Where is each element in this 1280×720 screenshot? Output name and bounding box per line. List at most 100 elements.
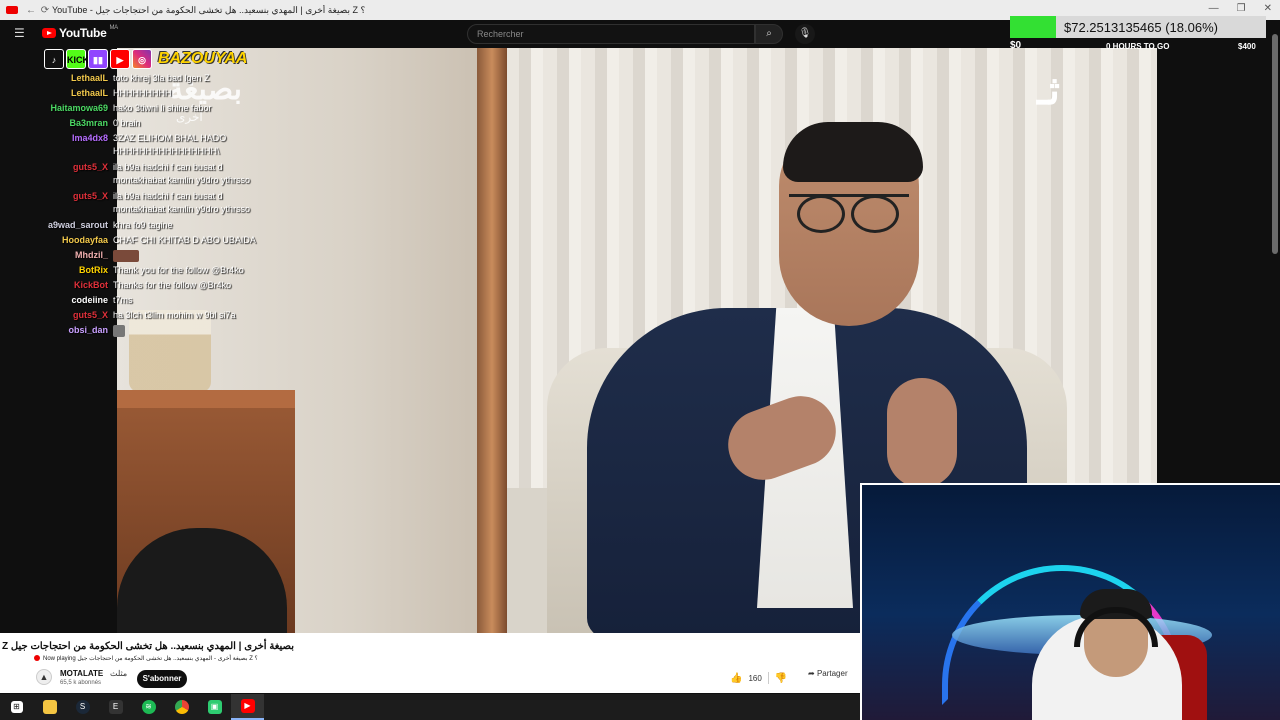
- goal-progress-bar: $72.2513135465 (18.06%): [1010, 16, 1266, 38]
- chat-username[interactable]: obsi_dan: [68, 324, 108, 337]
- channel-name[interactable]: MOTALATE: [60, 669, 103, 678]
- chat-text: toto khrej 3la bad lgen Z: [113, 73, 210, 83]
- app-icon: ▣: [207, 700, 222, 714]
- scene-speaker-hand-right: [887, 378, 957, 488]
- chat-username[interactable]: Ima4dx8: [72, 132, 108, 145]
- share-button[interactable]: ➦ Partager: [808, 669, 848, 678]
- chat-username[interactable]: BotRix: [79, 264, 108, 277]
- chat-text: [113, 324, 273, 337]
- video-title: بصيغة أخرى | المهدي بنسعيد.. هل تخشى الح…: [0, 641, 294, 652]
- scene-speaker-glasses: [789, 194, 909, 233]
- channel-watermark-logo: ثـ: [1037, 69, 1060, 113]
- voice-search-button[interactable]: 🎙: [795, 24, 815, 44]
- search-button[interactable]: ⌕: [755, 24, 783, 44]
- thumbs-down-icon[interactable]: 👎: [775, 673, 787, 684]
- now-playing-dot-icon: [34, 655, 40, 662]
- taskbar-start[interactable]: ⊞: [0, 694, 33, 720]
- scene-jar: [129, 310, 211, 392]
- hamburger-menu-icon[interactable]: ☰: [14, 26, 28, 40]
- minimize-icon[interactable]: —: [1209, 3, 1219, 14]
- goal-progress-fill: [1010, 16, 1057, 38]
- streamer-handle: BAZOUYAA: [158, 50, 248, 67]
- chat-username[interactable]: Mhdzil_: [75, 249, 108, 262]
- windows-icon: ⊞: [10, 701, 23, 713]
- channel-subscriber-count: 65,5 k abonnés: [60, 680, 102, 686]
- kick-icon: KICK: [66, 49, 89, 69]
- now-playing-text: Now playing بصيغة أخرى - المهدي بنسعيد..…: [43, 656, 258, 662]
- chat-text: ila b9a hadchi f can busat d montakhabat…: [113, 162, 251, 185]
- explorer-icon: [42, 700, 57, 714]
- chat-username[interactable]: KickBot: [74, 279, 108, 292]
- youtube-icon: ▶: [110, 49, 130, 69]
- close-icon[interactable]: ✕: [1264, 3, 1272, 14]
- chat-text: ha 3lch t3lim mohim w 9bl si7a: [113, 310, 236, 320]
- restore-icon[interactable]: ❐: [1237, 3, 1246, 14]
- chat-username[interactable]: Hoodayfaa: [62, 234, 108, 247]
- chrome-icon: [174, 700, 189, 714]
- chat-text: hako 3tiwni li shine fabor: [113, 103, 212, 113]
- social-links-overlay: ♪ KICK ▮▮ ▶ ◎ BAZOUYAA: [44, 48, 247, 70]
- like-count: 160: [748, 673, 762, 683]
- tiktok-icon: ♪: [44, 49, 64, 69]
- like-divider: [767, 672, 769, 684]
- streamer-webcam: [860, 483, 1280, 720]
- arrow-left-icon[interactable]: ←: [24, 5, 38, 16]
- taskbar-chrome[interactable]: [165, 694, 198, 720]
- channel-arabic-name: مثلث: [110, 669, 128, 678]
- scene-table-top: [117, 390, 295, 408]
- chat-username[interactable]: guts5_X: [73, 161, 108, 174]
- chat-text: CHAF CHI KHITAB D ABO UBAIDA: [113, 235, 256, 245]
- share-label: Partager: [816, 669, 848, 678]
- video-info-panel: بصيغة أخرى | المهدي بنسعيد.. هل تخشى الح…: [0, 633, 860, 693]
- chat-text: [113, 249, 273, 262]
- taskbar-spotify[interactable]: ≋: [132, 694, 165, 720]
- chat-text: Thanks for the follow @Br4ko: [113, 280, 232, 290]
- chat-emote-icon: [113, 249, 139, 262]
- goal-time-remaining: 0 HOURS TO GO: [1106, 42, 1170, 51]
- chat-text: t7ms: [113, 295, 133, 305]
- instagram-icon: ◎: [132, 49, 152, 69]
- chat-text: khra fo9 tagine: [113, 220, 173, 230]
- microphone-icon: 🎙: [798, 28, 812, 39]
- twitch-icon: ▮▮: [88, 49, 108, 69]
- youtube-logo[interactable]: YouTube MA: [42, 25, 118, 40]
- spotify-icon: ≋: [141, 700, 156, 714]
- youtube-icon: ▶: [240, 699, 255, 713]
- share-icon: ➦: [808, 669, 817, 678]
- channel-avatar[interactable]: ▲: [36, 669, 52, 685]
- taskbar-explorer[interactable]: [33, 694, 66, 720]
- scene-speaker-hair: [783, 122, 923, 182]
- subscribe-button[interactable]: S'abonner: [137, 670, 187, 688]
- youtube-logo-text: YouTube: [59, 26, 107, 40]
- now-playing-line: Now playing بصيغة أخرى - المهدي بنسعيد..…: [34, 655, 258, 662]
- chat-username[interactable]: Ba3mran: [69, 117, 108, 130]
- search-input[interactable]: Rechercher: [467, 24, 755, 44]
- taskbar-youtube[interactable]: ▶: [231, 694, 264, 720]
- chat-username[interactable]: guts5_X: [73, 190, 108, 203]
- thumbs-up-icon[interactable]: 👍: [730, 673, 742, 684]
- steam-icon: S: [75, 700, 90, 714]
- chat-username[interactable]: Haitamowa69: [50, 102, 108, 115]
- taskbar-app[interactable]: ▣: [198, 694, 231, 720]
- tab-title[interactable]: YouTube - بصيغة أخرى | المهدي بنسعيد.. ه…: [52, 5, 412, 16]
- taskbar-epic[interactable]: E: [99, 694, 132, 720]
- chat-username[interactable]: codeiine: [71, 294, 108, 307]
- chat-text: ila b9a hadchi f can busat d montakhabat…: [113, 191, 251, 214]
- chat-username[interactable]: LethaalL: [71, 72, 108, 85]
- goal-amount: $72.2513135465 (18.06%): [1064, 20, 1218, 35]
- chat-text: HHHHHHHHH: [113, 88, 172, 98]
- reload-icon[interactable]: ⟳: [38, 5, 52, 16]
- like-dislike-group: 👍 160 👎: [730, 669, 787, 687]
- scene-wood-panel: [477, 48, 507, 633]
- chat-text: Thank you for the follow @Br4ko: [113, 265, 244, 275]
- chat-username[interactable]: a9wad_sarout: [48, 219, 108, 232]
- chat-text: 3ZAZ ELIHOM BHAL HADO HHHHHHHHHHHHHHHH\: [113, 133, 227, 156]
- chat-username[interactable]: LethaalL: [71, 87, 108, 100]
- windows-taskbar: ⊞ S E ≋ ▣ ▶: [0, 694, 860, 720]
- donation-goal: $72.2513135465 (18.06%) $0 0 HOURS TO GO…: [1008, 14, 1270, 54]
- chat-username[interactable]: guts5_X: [73, 309, 108, 322]
- goal-end-label: $400: [1238, 42, 1256, 51]
- taskbar-steam[interactable]: S: [66, 694, 99, 720]
- page-scrollbar[interactable]: [1272, 34, 1278, 254]
- region-code: MA: [109, 25, 118, 31]
